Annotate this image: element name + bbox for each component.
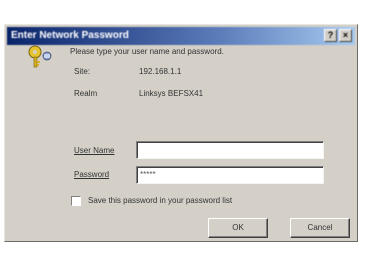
- help-button[interactable]: ?: [324, 29, 337, 42]
- prompt-text: Please type your user name and password.: [70, 47, 224, 56]
- username-input[interactable]: [136, 141, 324, 159]
- cancel-button[interactable]: Cancel: [290, 218, 350, 238]
- ok-button[interactable]: OK: [208, 218, 268, 238]
- save-password-checkbox[interactable]: [71, 196, 81, 206]
- username-label: User Name: [74, 146, 115, 155]
- network-password-dialog: Enter Network Password ? ×: [4, 24, 358, 242]
- title-bar[interactable]: Enter Network Password ? ×: [7, 27, 355, 45]
- password-label: Password: [74, 170, 110, 179]
- close-button[interactable]: ×: [339, 29, 352, 42]
- key-icon: [28, 45, 52, 68]
- save-password-label[interactable]: Save this password in your password list: [88, 196, 232, 205]
- realm-value: Linksys BEFSX41: [139, 89, 204, 98]
- dialog-title: Enter Network Password: [11, 30, 129, 41]
- password-input[interactable]: *****: [136, 166, 324, 184]
- title-controls: ? ×: [324, 29, 352, 42]
- realm-label: Realm: [74, 89, 98, 98]
- site-label: Site:: [74, 67, 91, 76]
- site-value: 192.168.1.1: [139, 67, 182, 76]
